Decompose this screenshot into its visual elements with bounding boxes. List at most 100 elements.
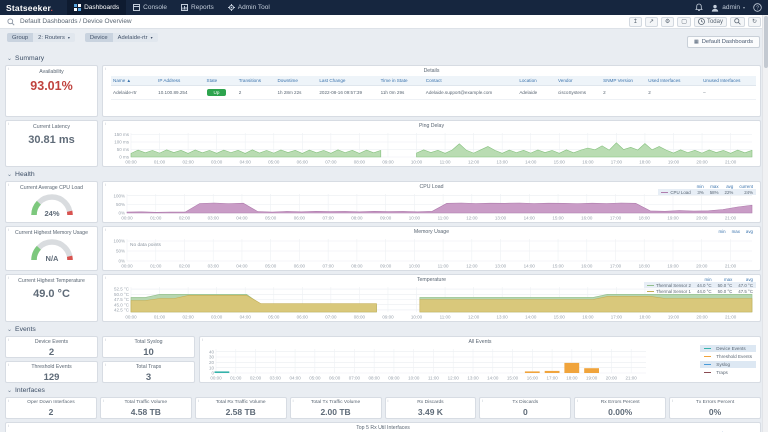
svg-text:05:00: 05:00 [268,315,280,320]
memory-usage-panel: Memory Usage minmaxavg 0%50%100%00:0001:… [102,226,761,271]
refresh-button[interactable]: ↻ [748,17,761,27]
scrollbar-thumb[interactable] [764,16,768,68]
svg-text:04:00: 04:00 [236,264,248,269]
nav-item-reports[interactable]: Reports [174,0,221,15]
temperature-panel: Temperature minmaxavg Thermal Sensor 2 4… [102,274,761,322]
refresh-icon: ↻ [752,18,757,25]
section-header-summary[interactable]: ⌄ Summary [7,54,761,63]
col-contact[interactable]: Contact [424,76,518,86]
statseeker-logo[interactable]: Statseeker. [6,3,53,13]
svg-text:12:00: 12:00 [466,216,478,221]
threshold-events-swatch [704,356,711,358]
default-dashboards-button[interactable]: ▦ Default Dashboards [687,36,760,48]
cpu-load-legend: minmaxavgcurrent CPU Load 3%58%22%24% [658,184,756,195]
svg-text:20:00: 20:00 [696,216,708,221]
notifications-bell-icon[interactable] [695,3,703,12]
rx-errors-percent-panel: Rx Errors Percent 0.00% [574,397,666,419]
monitor-icon: ▢ [681,18,687,25]
all-events-chart[interactable]: 01020304000:0001:0002:0003:0004:0005:000… [202,346,758,381]
svg-text:10:00: 10:00 [411,315,423,320]
svg-text:No data points: No data points [130,242,162,248]
settings-button[interactable]: ⚙ [661,17,674,27]
svg-text:04:00: 04:00 [236,216,248,221]
col-unused[interactable]: Unused Interfaces [701,76,756,86]
col-transitions[interactable]: Transitions [237,76,276,86]
col-used[interactable]: Used Interfaces [646,76,701,86]
group-filter-dropdown[interactable]: 2: Routers▾ [33,33,75,42]
tx-discards-panel: Tx Discards 0 [479,397,571,419]
nav-item-dashboards[interactable]: Dashboards [67,0,126,15]
total-traps-panel: Total Traps 3 [102,361,195,383]
svg-text:19:00: 19:00 [668,315,680,320]
svg-text:01:00: 01:00 [150,216,162,221]
col-downtime[interactable]: Downtime [275,76,317,86]
col-location[interactable]: Location [517,76,556,86]
svg-text:14:00: 14:00 [487,376,499,381]
section-header-events[interactable]: ⌄ Events [7,325,761,334]
breadcrumb[interactable]: Default Dashboards / Device Overview [20,18,132,25]
svg-text:00:00: 00:00 [121,264,133,269]
svg-text:14:00: 14:00 [525,315,537,320]
svg-text:18:00: 18:00 [639,216,651,221]
svg-text:17:00: 17:00 [611,160,623,165]
user-menu[interactable]: admin ▾ [711,4,745,12]
col-name[interactable]: Name ▲ [111,76,156,86]
export-button[interactable]: ↥ [629,17,642,27]
svg-text:17:00: 17:00 [611,315,623,320]
current-latency-value: 30.81 ms [6,134,97,146]
svg-text:11:00: 11:00 [438,216,449,221]
legend-row-traps[interactable]: Traps [700,369,756,376]
svg-text:11:00: 11:00 [440,160,451,165]
col-vendor[interactable]: Vendor [556,76,601,86]
svg-text:02:00: 02:00 [182,160,194,165]
legend-row-sensor2[interactable]: Thermal Sensor 2 44.0 °C50.0 °C47.0 °C [644,282,756,288]
nav-item-admin-tool[interactable]: Admin Tool [221,0,277,15]
svg-text:13:00: 13:00 [495,264,507,269]
svg-text:150 ms: 150 ms [114,132,130,137]
col-snmp[interactable]: SNMP Version [601,76,646,86]
legend-row-sensor1[interactable]: Thermal Sensor 1 44.0 °C50.0 °C47.5 °C [644,288,756,294]
col-last-change[interactable]: Last Change [317,76,378,86]
legend-row-cpu-load[interactable]: CPU Load 3%58%22%24% [658,189,756,195]
vertical-scrollbar[interactable] [762,15,768,432]
svg-text:05:00: 05:00 [265,216,277,221]
cpu-load-chart[interactable]: 0%50%100%00:0001:0002:0003:0004:0005:000… [105,191,758,221]
legend-row-syslog[interactable]: Syslog [700,361,756,368]
svg-text:19:00: 19:00 [668,160,680,165]
svg-text:12:00: 12:00 [448,376,460,381]
svg-text:21:00: 21:00 [725,315,737,320]
legend-row-threshold-events[interactable]: Threshold Events [700,353,756,360]
ping-delay-chart[interactable]: 0 ms50 ms100 ms150 ms00:0001:0002:0003:0… [105,130,758,165]
section-header-health[interactable]: ⌄ Health [7,170,761,179]
oper-down-interfaces-panel: Oper Down Interfaces 2 [5,397,97,419]
nav-item-console[interactable]: Console [126,0,174,15]
zoom-search-button[interactable] [730,17,745,27]
section-header-interfaces[interactable]: ⌄ Interfaces [7,386,761,395]
time-range-button[interactable]: Today [694,17,727,27]
legend-row-device-events[interactable]: Device Events [700,345,756,352]
display-button[interactable]: ▢ [677,17,691,27]
help-icon[interactable]: ? [753,3,762,12]
share-button[interactable]: ↗ [645,17,658,27]
share-icon: ↗ [649,18,654,25]
cpu-load-panel: CPU Load minmaxavgcurrent CPU Load 3%58%… [102,181,761,223]
used-interfaces-link[interactable]: 2 [646,86,701,100]
total-syslog-panel: Total Syslog 10 [102,336,195,358]
svg-text:04:00: 04:00 [289,376,301,381]
svg-text:19:00: 19:00 [667,264,679,269]
search-icon[interactable] [7,18,15,26]
svg-text:07:00: 07:00 [323,216,335,221]
temperature-stat-panel: Current Highest Temperature 49.0 °C [5,274,98,322]
svg-text:14:00: 14:00 [524,264,536,269]
memory-usage-chart[interactable]: 0%50%100%00:0001:0002:0003:0004:0005:000… [105,236,758,269]
col-ip[interactable]: IP Address [156,76,204,86]
total-traps-value: 3 [103,372,194,383]
device-events-swatch [704,348,711,350]
sensor2-swatch [647,285,654,287]
col-state[interactable]: State [205,76,237,86]
svg-text:21:00: 21:00 [725,264,737,269]
unused-interfaces-link[interactable]: – [701,86,756,100]
threshold-events-value: 129 [6,372,97,383]
device-filter-dropdown[interactable]: Adelaide-rtr▾ [113,33,158,42]
col-time-in-state[interactable]: Time in State [379,76,424,86]
